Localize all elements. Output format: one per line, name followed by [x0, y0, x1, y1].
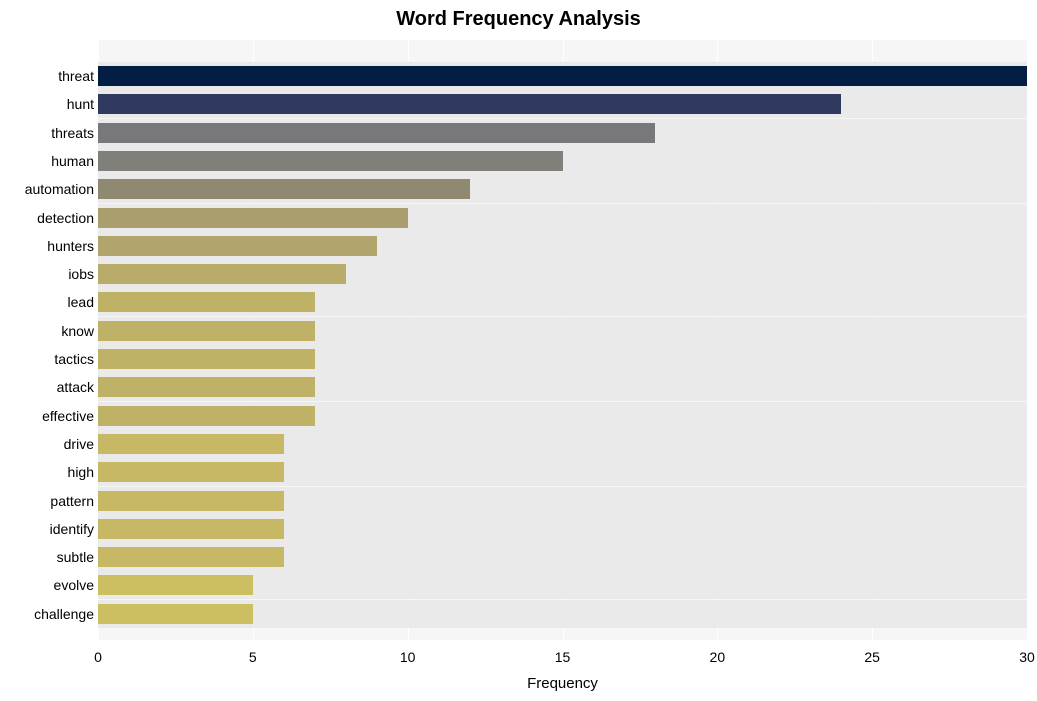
bar: [98, 292, 315, 312]
bar-row: [98, 402, 1027, 430]
bar-row: [98, 62, 1027, 90]
bar-row: [98, 373, 1027, 401]
bar-row: [98, 119, 1027, 147]
x-tick-label: 10: [400, 649, 416, 665]
y-tick-label: threat: [58, 62, 94, 90]
y-tick-label: high: [68, 458, 94, 486]
bar: [98, 208, 408, 228]
bar-row: [98, 260, 1027, 288]
bar-row: [98, 147, 1027, 175]
y-tick-label: threats: [51, 119, 94, 147]
y-tick-label: evolve: [54, 571, 94, 599]
bar: [98, 123, 655, 143]
y-tick-label: hunters: [47, 232, 94, 260]
bar: [98, 349, 315, 369]
bar-row: [98, 487, 1027, 515]
y-tick-label: automation: [25, 175, 94, 203]
x-tick-label: 0: [94, 649, 102, 665]
bar: [98, 462, 284, 482]
bar-row: [98, 345, 1027, 373]
y-tick-label: subtle: [57, 543, 94, 571]
bar: [98, 264, 346, 284]
bar-row: [98, 458, 1027, 486]
bar: [98, 491, 284, 511]
bar: [98, 94, 841, 114]
y-tick-label: lead: [68, 288, 94, 316]
bar-row: [98, 543, 1027, 571]
bar: [98, 434, 284, 454]
bar: [98, 179, 470, 199]
bar-row: [98, 571, 1027, 599]
y-tick-label: challenge: [34, 600, 94, 628]
chart-container: Word Frequency Analysis 051015202530 Fre…: [0, 0, 1037, 701]
y-tick-label: hunt: [67, 90, 94, 118]
y-tick-label: human: [51, 147, 94, 175]
bar-row: [98, 317, 1027, 345]
bar-row: [98, 232, 1027, 260]
gridline: [1027, 40, 1028, 640]
bar-row: [98, 515, 1027, 543]
bar: [98, 377, 315, 397]
y-tick-label: iobs: [68, 260, 94, 288]
y-tick-label: attack: [57, 373, 94, 401]
y-tick-label: detection: [37, 204, 94, 232]
bar: [98, 547, 284, 567]
bar: [98, 575, 253, 595]
plot-area: 051015202530 Frequency: [98, 40, 1027, 660]
bar: [98, 321, 315, 341]
bar: [98, 406, 315, 426]
bar: [98, 236, 377, 256]
bar: [98, 604, 253, 624]
x-tick-label: 5: [249, 649, 257, 665]
x-tick-label: 25: [864, 649, 880, 665]
x-tick-label: 15: [555, 649, 571, 665]
x-tick-label: 20: [710, 649, 726, 665]
y-tick-label: tactics: [54, 345, 94, 373]
bar: [98, 151, 563, 171]
bar-row: [98, 204, 1027, 232]
x-tick-label: 30: [1019, 649, 1035, 665]
bar-row: [98, 288, 1027, 316]
bar-row: [98, 175, 1027, 203]
y-tick-label: effective: [42, 402, 94, 430]
bar-row: [98, 90, 1027, 118]
bar: [98, 66, 1027, 86]
bar-row: [98, 600, 1027, 628]
y-tick-label: identify: [50, 515, 94, 543]
y-tick-label: pattern: [50, 487, 94, 515]
bar-row: [98, 430, 1027, 458]
x-axis-label: Frequency: [98, 675, 1027, 692]
y-tick-label: know: [61, 317, 94, 345]
bar: [98, 519, 284, 539]
chart-title: Word Frequency Analysis: [0, 8, 1037, 31]
y-tick-label: drive: [64, 430, 94, 458]
